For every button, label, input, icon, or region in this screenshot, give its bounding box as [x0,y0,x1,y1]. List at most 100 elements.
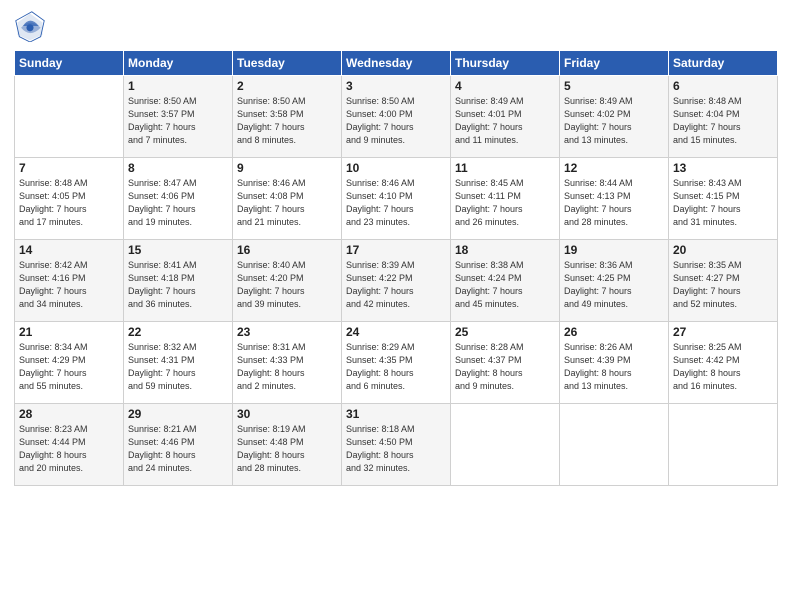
page-container: SundayMondayTuesdayWednesdayThursdayFrid… [0,0,792,612]
calendar-header-row: SundayMondayTuesdayWednesdayThursdayFrid… [15,51,778,76]
header-day-wednesday: Wednesday [342,51,451,76]
calendar-cell: 1Sunrise: 8:50 AM Sunset: 3:57 PM Daylig… [124,76,233,158]
calendar-cell: 9 Sunrise: 8:46 AM Sunset: 4:08 PM Daylig… [233,158,342,240]
calendar-cell: 3 Sunrise: 8:50 AM Sunset: 4:00 PM Daylig… [342,76,451,158]
day-info: Sunrise: 8:29 AM Sunset: 4:35 PM Dayligh… [346,341,446,393]
day-number: 10 [346,161,446,175]
day-info: Sunrise: 8:45 AM Sunset: 4:11 PM Dayligh… [455,177,555,229]
calendar-cell: 18 Sunrise: 8:38 AM Sunset: 4:24 PM Dayli… [451,240,560,322]
day-number: 1 [128,79,228,93]
header-day-saturday: Saturday [669,51,778,76]
calendar-cell: 7 Sunrise: 8:48 AM Sunset: 4:05 PM Daylig… [15,158,124,240]
day-info: Sunrise: 8:46 AM Sunset: 4:08 PM Dayligh… [237,177,337,229]
day-info: Sunrise: 8:49 AM Sunset: 4:02 PM Dayligh… [564,95,664,147]
calendar-week-row: 7 Sunrise: 8:48 AM Sunset: 4:05 PM Daylig… [15,158,778,240]
day-info: Sunrise: 8:38 AM Sunset: 4:24 PM Dayligh… [455,259,555,311]
day-info: Sunrise: 8:50 AM Sunset: 3:58 PM Dayligh… [237,95,337,147]
day-info: Sunrise: 8:35 AM Sunset: 4:27 PM Dayligh… [673,259,773,311]
day-number: 4 [455,79,555,93]
day-number: 2 [237,79,337,93]
day-info: Sunrise: 8:48 AM Sunset: 4:04 PM Dayligh… [673,95,773,147]
day-info: Sunrise: 8:39 AM Sunset: 4:22 PM Dayligh… [346,259,446,311]
header [14,10,778,42]
day-number: 5 [564,79,664,93]
day-number: 26 [564,325,664,339]
calendar-cell [15,76,124,158]
day-number: 17 [346,243,446,257]
calendar-week-row: 14 Sunrise: 8:42 AM Sunset: 4:16 PM Dayli… [15,240,778,322]
day-info: Sunrise: 8:42 AM Sunset: 4:16 PM Dayligh… [19,259,119,311]
calendar-cell [451,404,560,486]
day-number: 11 [455,161,555,175]
day-number: 18 [455,243,555,257]
day-info: Sunrise: 8:25 AM Sunset: 4:42 PM Dayligh… [673,341,773,393]
header-day-tuesday: Tuesday [233,51,342,76]
day-number: 27 [673,325,773,339]
calendar-week-row: 21 Sunrise: 8:34 AM Sunset: 4:29 PM Dayli… [15,322,778,404]
calendar-cell: 4 Sunrise: 8:49 AM Sunset: 4:01 PM Daylig… [451,76,560,158]
day-number: 28 [19,407,119,421]
day-number: 16 [237,243,337,257]
day-number: 25 [455,325,555,339]
calendar-cell: 11 Sunrise: 8:45 AM Sunset: 4:11 PM Dayli… [451,158,560,240]
day-number: 7 [19,161,119,175]
header-day-sunday: Sunday [15,51,124,76]
day-number: 21 [19,325,119,339]
day-info: Sunrise: 8:34 AM Sunset: 4:29 PM Dayligh… [19,341,119,393]
day-info: Sunrise: 8:26 AM Sunset: 4:39 PM Dayligh… [564,341,664,393]
day-number: 20 [673,243,773,257]
day-number: 3 [346,79,446,93]
header-day-friday: Friday [560,51,669,76]
calendar-cell: 22Sunrise: 8:32 AM Sunset: 4:31 PM Dayli… [124,322,233,404]
header-day-monday: Monday [124,51,233,76]
calendar-cell: 19 Sunrise: 8:36 AM Sunset: 4:25 PM Dayli… [560,240,669,322]
day-number: 14 [19,243,119,257]
calendar-cell: 17 Sunrise: 8:39 AM Sunset: 4:22 PM Dayli… [342,240,451,322]
day-info: Sunrise: 8:47 AM Sunset: 4:06 PM Dayligh… [128,177,228,229]
day-number: 29 [128,407,228,421]
day-info: Sunrise: 8:36 AM Sunset: 4:25 PM Dayligh… [564,259,664,311]
calendar-cell: 13 Sunrise: 8:43 AM Sunset: 4:15 PM Dayli… [669,158,778,240]
day-number: 12 [564,161,664,175]
day-number: 19 [564,243,664,257]
calendar-table: SundayMondayTuesdayWednesdayThursdayFrid… [14,50,778,486]
calendar-week-row: 28Sunrise: 8:23 AM Sunset: 4:44 PM Dayli… [15,404,778,486]
day-number: 31 [346,407,446,421]
day-info: Sunrise: 8:49 AM Sunset: 4:01 PM Dayligh… [455,95,555,147]
calendar-cell: 25Sunrise: 8:28 AM Sunset: 4:37 PM Dayli… [451,322,560,404]
calendar-cell [560,404,669,486]
day-number: 6 [673,79,773,93]
calendar-cell: 6 Sunrise: 8:48 AM Sunset: 4:04 PM Daylig… [669,76,778,158]
header-day-thursday: Thursday [451,51,560,76]
day-info: Sunrise: 8:31 AM Sunset: 4:33 PM Dayligh… [237,341,337,393]
calendar-cell: 29Sunrise: 8:21 AM Sunset: 4:46 PM Dayli… [124,404,233,486]
calendar-cell: 14 Sunrise: 8:42 AM Sunset: 4:16 PM Dayli… [15,240,124,322]
day-info: Sunrise: 8:19 AM Sunset: 4:48 PM Dayligh… [237,423,337,475]
calendar-cell: 10Sunrise: 8:46 AM Sunset: 4:10 PM Dayli… [342,158,451,240]
calendar-cell: 27 Sunrise: 8:25 AM Sunset: 4:42 PM Dayli… [669,322,778,404]
day-info: Sunrise: 8:32 AM Sunset: 4:31 PM Dayligh… [128,341,228,393]
calendar-cell: 26 Sunrise: 8:26 AM Sunset: 4:39 PM Dayli… [560,322,669,404]
day-info: Sunrise: 8:40 AM Sunset: 4:20 PM Dayligh… [237,259,337,311]
day-number: 8 [128,161,228,175]
day-info: Sunrise: 8:41 AM Sunset: 4:18 PM Dayligh… [128,259,228,311]
day-number: 13 [673,161,773,175]
day-number: 24 [346,325,446,339]
day-number: 9 [237,161,337,175]
calendar-cell: 5 Sunrise: 8:49 AM Sunset: 4:02 PM Daylig… [560,76,669,158]
day-number: 23 [237,325,337,339]
logo-icon [14,10,46,42]
day-info: Sunrise: 8:44 AM Sunset: 4:13 PM Dayligh… [564,177,664,229]
day-number: 15 [128,243,228,257]
calendar-week-row: 1Sunrise: 8:50 AM Sunset: 3:57 PM Daylig… [15,76,778,158]
calendar-cell: 21 Sunrise: 8:34 AM Sunset: 4:29 PM Dayli… [15,322,124,404]
calendar-cell: 8 Sunrise: 8:47 AM Sunset: 4:06 PM Daylig… [124,158,233,240]
calendar-cell: 15 Sunrise: 8:41 AM Sunset: 4:18 PM Dayli… [124,240,233,322]
day-info: Sunrise: 8:48 AM Sunset: 4:05 PM Dayligh… [19,177,119,229]
day-number: 30 [237,407,337,421]
calendar-cell: 24 Sunrise: 8:29 AM Sunset: 4:35 PM Dayli… [342,322,451,404]
calendar-cell: 16 Sunrise: 8:40 AM Sunset: 4:20 PM Dayli… [233,240,342,322]
calendar-cell: 20 Sunrise: 8:35 AM Sunset: 4:27 PM Dayli… [669,240,778,322]
day-info: Sunrise: 8:43 AM Sunset: 4:15 PM Dayligh… [673,177,773,229]
day-info: Sunrise: 8:50 AM Sunset: 4:00 PM Dayligh… [346,95,446,147]
